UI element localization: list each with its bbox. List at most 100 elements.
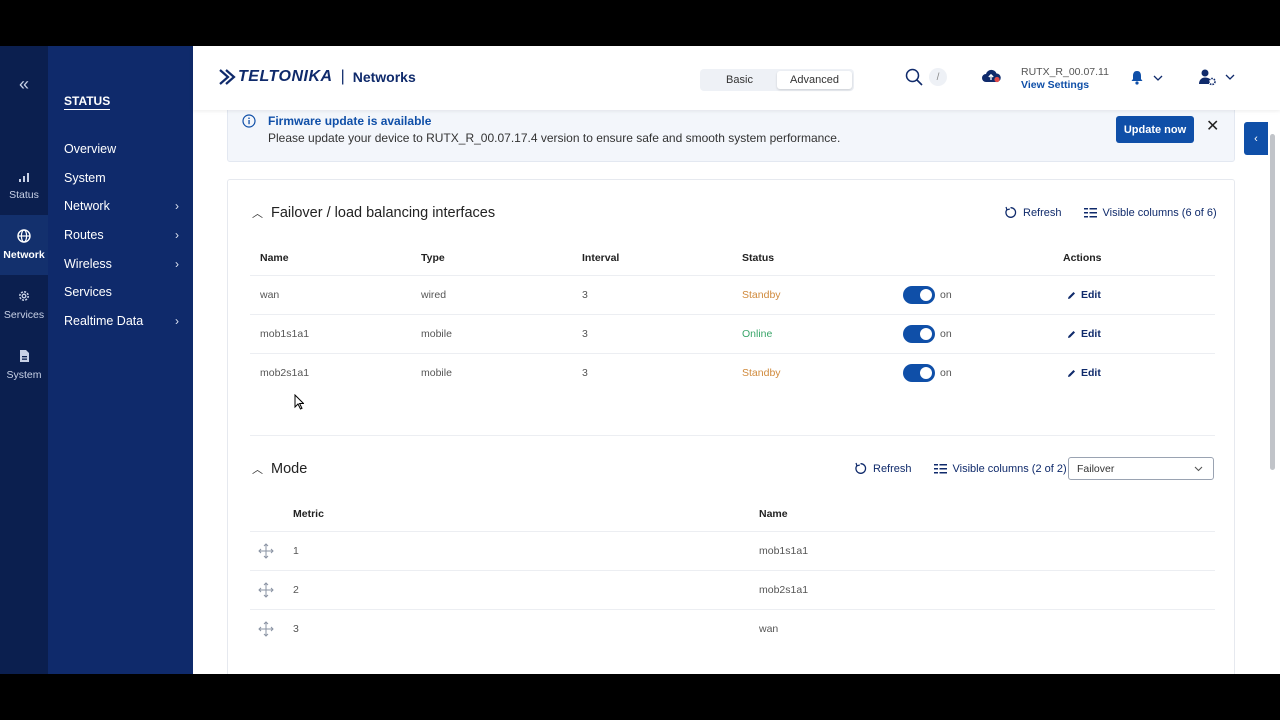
table-row: mob2s1a1 mobile 3 Standby on Edit	[250, 353, 1215, 392]
menu-item-routes[interactable]: Routes ›	[48, 221, 193, 250]
drag-handle-icon[interactable]	[258, 543, 274, 559]
visible-columns-label: Visible columns (2 of 2)	[952, 462, 1067, 475]
failover-section-header[interactable]: ︿ Failover / load balancing interfaces	[252, 205, 495, 221]
column-header-interval[interactable]: Interval	[582, 252, 619, 264]
rail-item-system[interactable]: System	[0, 335, 48, 395]
search-button[interactable]: /	[905, 68, 947, 86]
user-settings-icon	[1199, 69, 1216, 86]
firmware-version: RUTX_R_00.07.11	[1021, 66, 1109, 78]
edit-button[interactable]: Edit	[1067, 289, 1101, 301]
mode-select-value: Failover	[1077, 462, 1115, 475]
rail-item-label: Status	[9, 189, 39, 201]
menu-item-network[interactable]: Network ›	[48, 192, 193, 221]
logo-mark-icon	[219, 69, 236, 85]
refresh-icon	[1005, 206, 1017, 218]
user-menu-button[interactable]	[1198, 68, 1235, 86]
column-header-metric[interactable]: Metric	[293, 508, 324, 520]
notifications-button[interactable]	[1130, 70, 1163, 85]
mode-basic-button[interactable]: Basic	[702, 71, 777, 89]
menu-item-label: Realtime Data	[64, 313, 144, 328]
menu-item-system[interactable]: System	[48, 164, 193, 193]
menu-item-services[interactable]: Services	[48, 278, 193, 307]
edit-button[interactable]: Edit	[1067, 328, 1101, 340]
close-icon[interactable]: ✕	[1206, 119, 1219, 135]
search-icon	[905, 68, 923, 86]
chevron-up-icon[interactable]: ︿	[252, 461, 263, 477]
cell-interval: 3	[582, 289, 588, 301]
edit-label: Edit	[1081, 289, 1101, 301]
logo-text: TELTONIKA	[238, 68, 333, 85]
enable-toggle[interactable]	[903, 286, 935, 304]
column-header-type[interactable]: Type	[421, 252, 445, 264]
pencil-icon	[1068, 369, 1075, 377]
enable-toggle[interactable]	[903, 364, 935, 382]
cell-interval: 3	[582, 367, 588, 379]
refresh-button[interactable]: Refresh	[1004, 206, 1062, 219]
column-header-name[interactable]: Name	[759, 508, 788, 520]
enable-toggle[interactable]	[903, 325, 935, 343]
firmware-update-banner: Firmware update is available Please upda…	[227, 104, 1235, 162]
table-row: 3 wan	[250, 609, 1215, 648]
refresh-label: Refresh	[1023, 206, 1062, 219]
view-settings-link[interactable]: View Settings	[1021, 79, 1109, 92]
chevron-down-icon	[1225, 74, 1235, 80]
drag-handle-icon[interactable]	[258, 621, 274, 637]
edit-button[interactable]: Edit	[1067, 367, 1101, 379]
mode-toggle: Basic Advanced	[700, 69, 854, 91]
cell-name: mob2s1a1	[759, 584, 809, 596]
file-icon	[20, 350, 29, 362]
cell-metric: 3	[293, 623, 299, 635]
column-header-status[interactable]: Status	[742, 252, 774, 264]
banner-title: Firmware update is available	[268, 114, 432, 128]
table-row: 1 mob1s1a1	[250, 531, 1215, 570]
visible-columns-button[interactable]: Visible columns (2 of 2)	[933, 462, 1067, 475]
chevron-right-icon: ›	[175, 228, 179, 243]
section-divider	[250, 435, 1215, 436]
signal-bars-icon	[19, 173, 29, 182]
mode-advanced-button[interactable]: Advanced	[777, 71, 852, 89]
mode-section-header[interactable]: ︿ Mode	[252, 461, 307, 477]
table-row: mob1s1a1 mobile 3 Online on Edit	[250, 314, 1215, 353]
cell-name: wan	[260, 289, 280, 301]
refresh-label: Refresh	[873, 462, 912, 475]
table-row: 2 mob2s1a1	[250, 570, 1215, 609]
column-header-name[interactable]: Name	[260, 252, 289, 264]
search-shortcut-hint: /	[929, 68, 947, 86]
rail-item-status[interactable]: Status	[0, 156, 48, 216]
icon-rail: « Status Network Services System	[0, 46, 48, 674]
banner-message: Please update your device to RUTX_R_00.0…	[268, 131, 841, 145]
update-now-button[interactable]: Update now	[1116, 116, 1194, 143]
chevron-up-icon[interactable]: ︿	[252, 205, 263, 221]
menu-item-label: Overview	[64, 142, 117, 157]
mouse-pointer-icon	[294, 394, 304, 410]
chevron-down-icon	[1153, 75, 1163, 81]
failover-tools: Refresh Visible columns (6 of 6)	[1004, 206, 1217, 219]
rail-item-services[interactable]: Services	[0, 275, 48, 335]
visible-columns-button[interactable]: Visible columns (6 of 6)	[1083, 206, 1217, 219]
cell-type: mobile	[421, 328, 452, 340]
drag-handle-icon[interactable]	[258, 582, 274, 598]
cloud-upload-icon[interactable]	[981, 68, 1001, 84]
menu-item-realtime-data[interactable]: Realtime Data ›	[48, 307, 193, 336]
status-badge: Standby	[742, 289, 781, 301]
chevron-right-icon: ›	[175, 313, 179, 328]
firmware-info: RUTX_R_00.07.11 View Settings	[1021, 66, 1109, 92]
section-title: Mode	[271, 461, 308, 477]
refresh-button[interactable]: Refresh	[854, 462, 912, 475]
menu-item-label: Services	[64, 285, 112, 300]
menu-item-overview[interactable]: Overview	[48, 135, 193, 164]
mode-select[interactable]: Failover	[1068, 457, 1214, 480]
visible-columns-label: Visible columns (6 of 6)	[1102, 206, 1217, 219]
cell-name: mob1s1a1	[260, 328, 310, 340]
teltonika-logo[interactable]: TELTONIKA | Networks	[218, 68, 416, 86]
gear-icon	[19, 291, 29, 301]
columns-icon	[1083, 207, 1097, 217]
cell-type: mobile	[421, 367, 452, 379]
page-content: Firmware update is available Please upda…	[193, 104, 1280, 674]
menu-item-wireless[interactable]: Wireless ›	[48, 249, 193, 278]
side-panel-toggle[interactable]: ‹	[1244, 122, 1268, 155]
rail-item-network[interactable]: Network	[0, 215, 48, 275]
collapse-sidebar-icon[interactable]: «	[0, 74, 48, 95]
scrollbar-thumb[interactable]	[1270, 134, 1275, 470]
logo-product: Networks	[352, 69, 416, 85]
